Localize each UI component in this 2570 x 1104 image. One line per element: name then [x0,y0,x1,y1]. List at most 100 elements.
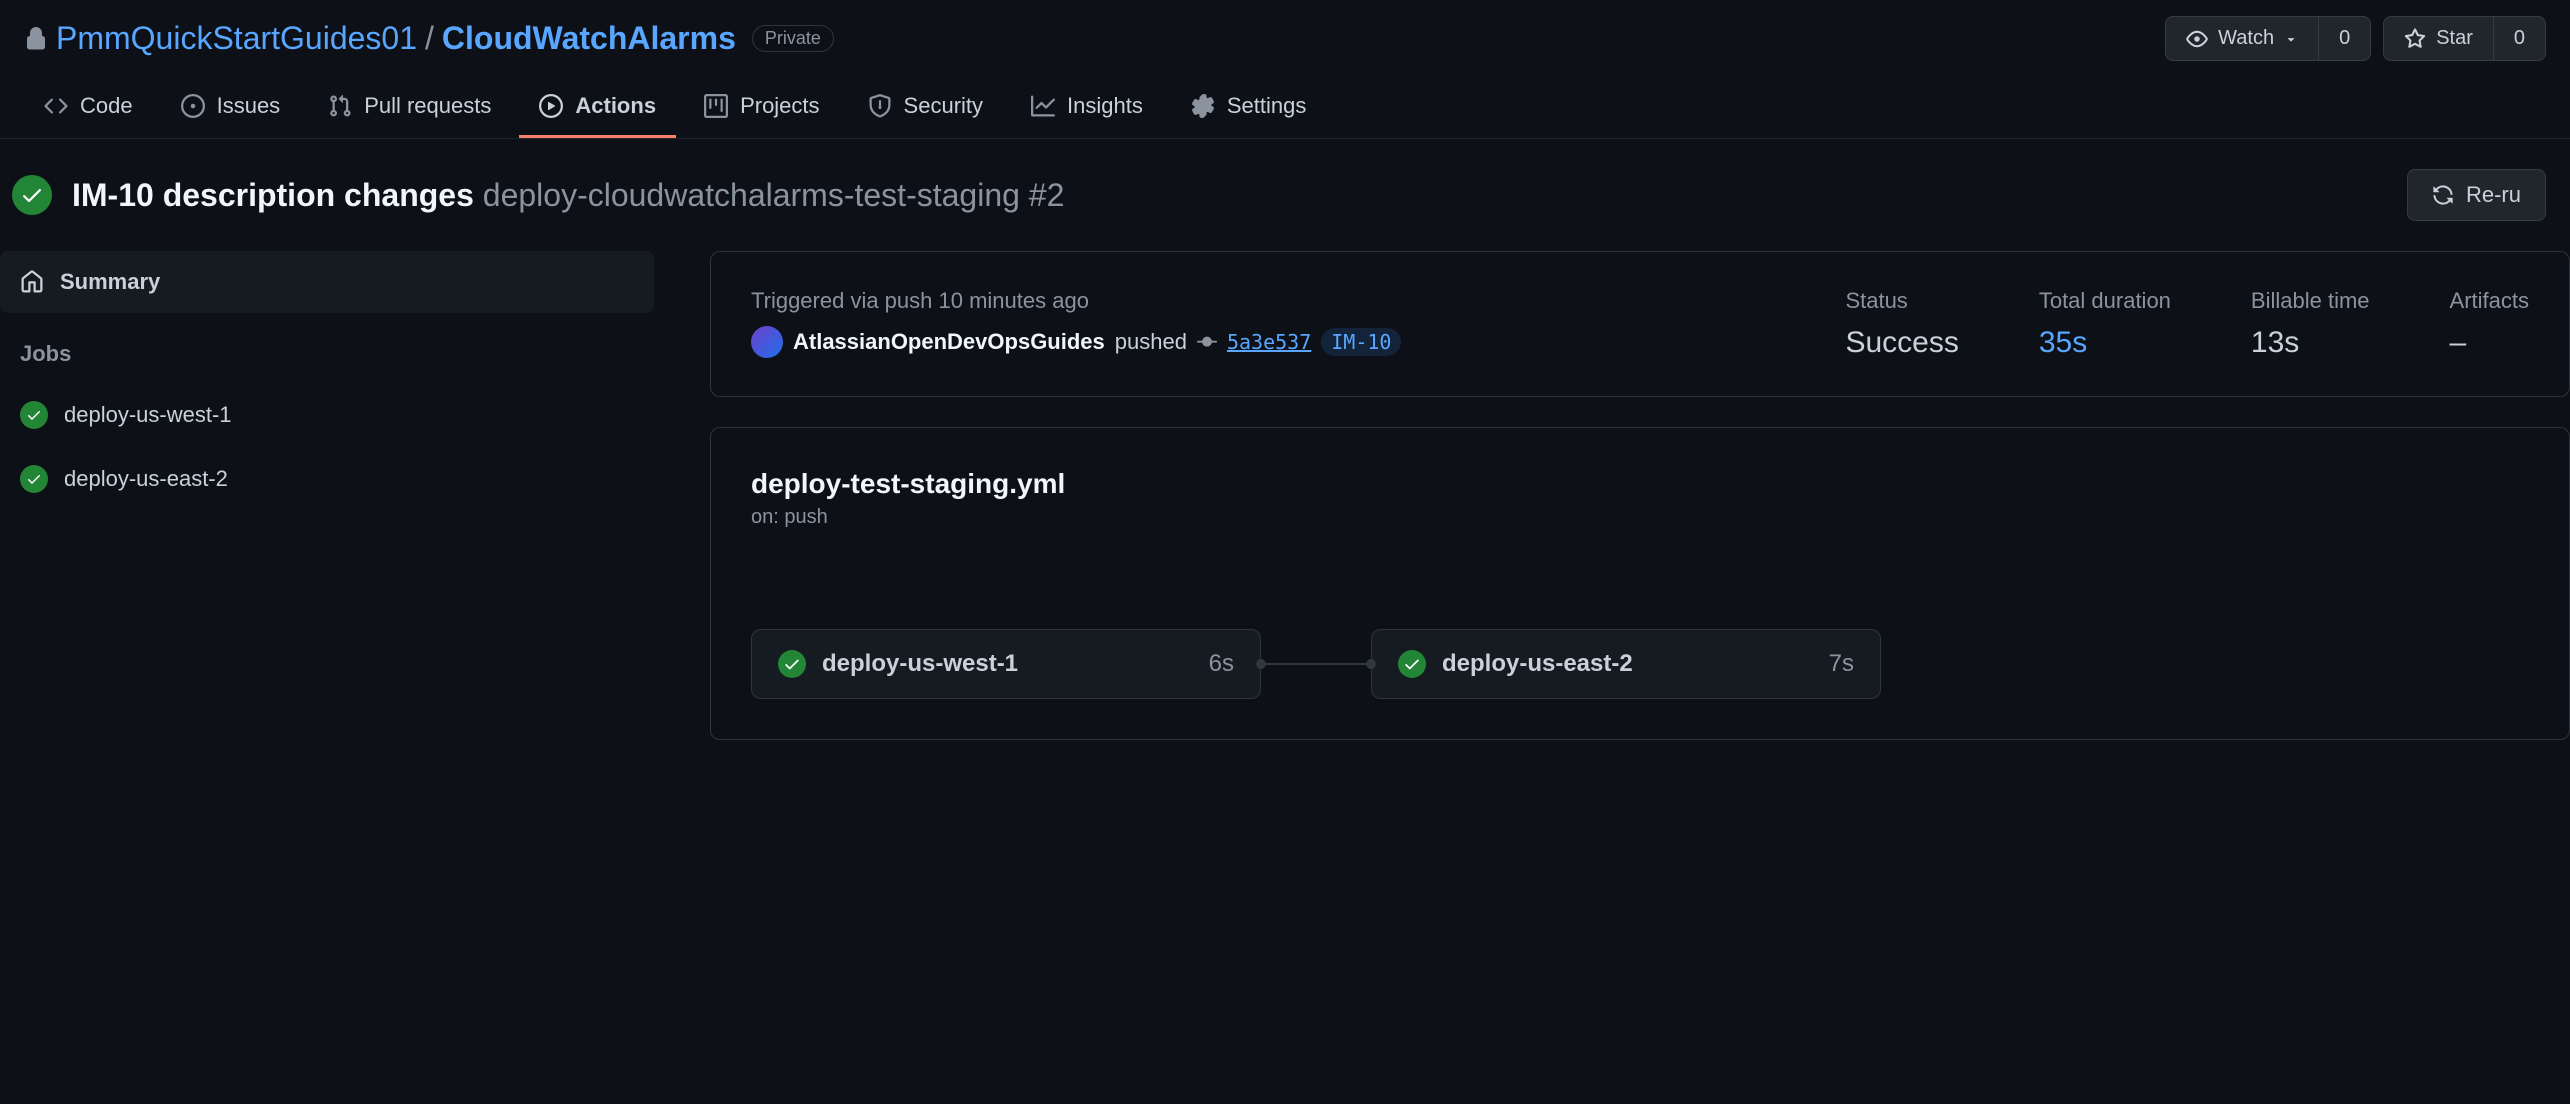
success-check-icon [1398,650,1426,678]
project-icon [704,94,728,118]
gear-icon [1191,94,1215,118]
pull-request-icon [328,94,352,118]
stat-billable: Billable time 13s [2251,288,2370,360]
main-content: Summary Jobs deploy-us-west-1 deploy-us-… [0,251,2570,740]
owner-link[interactable]: PmmQuickStartGuides01 [56,20,417,57]
star-count[interactable]: 0 [2494,16,2546,61]
job-graph: deploy-us-west-1 6s deploy-us-east-2 7s [751,629,2529,699]
billable-label: Billable time [2251,288,2370,314]
sidebar-job-label: deploy-us-east-2 [64,466,228,492]
header-actions: Watch 0 Star 0 [2165,16,2546,61]
tab-projects-label: Projects [740,93,819,119]
trigger-text: Triggered via push 10 minutes ago [751,288,1845,314]
avatar[interactable] [751,326,783,358]
issue-icon [181,94,205,118]
workflow-file-name[interactable]: deploy-test-staging.yml [751,468,2529,500]
artifacts-value: – [2450,326,2529,360]
star-group: Star 0 [2383,16,2546,61]
visibility-badge: Private [752,25,834,52]
watch-label: Watch [2218,27,2274,50]
repo-link[interactable]: CloudWatchAlarms [442,20,736,57]
job-time: 7s [1829,650,1854,678]
commit-link[interactable]: 5a3e537 [1227,330,1311,354]
content-area: Triggered via push 10 minutes ago Atlass… [670,251,2570,740]
workflow-title: IM-10 description changes deploy-cloudwa… [12,175,1064,215]
job-card-west[interactable]: deploy-us-west-1 6s [751,629,1261,699]
action-text: pushed [1115,329,1187,355]
stat-duration: Total duration 35s [2039,288,2171,360]
tab-issues-label: Issues [217,93,281,119]
sync-icon [2432,184,2454,206]
star-icon [2404,28,2426,50]
duration-value[interactable]: 35s [2039,326,2171,360]
status-value: Success [1845,326,1958,360]
tab-actions[interactable]: Actions [519,77,676,138]
tab-settings-label: Settings [1227,93,1307,119]
watch-button[interactable]: Watch [2165,16,2319,61]
dropdown-caret-icon [2284,32,2298,46]
tab-security[interactable]: Security [848,77,1003,138]
code-icon [44,94,68,118]
stat-status: Status Success [1845,288,1958,360]
workflow-graph-card: deploy-test-staging.yml on: push deploy-… [710,427,2570,740]
stat-artifacts: Artifacts – [2450,288,2529,360]
tab-pulls-label: Pull requests [364,93,491,119]
tab-pulls[interactable]: Pull requests [308,77,511,138]
star-button[interactable]: Star [2383,16,2494,61]
tab-insights[interactable]: Insights [1011,77,1163,138]
watch-group: Watch 0 [2165,16,2371,61]
tab-settings[interactable]: Settings [1171,77,1327,138]
workflow-trigger: on: push [751,506,2529,529]
breadcrumb: PmmQuickStartGuides01 / CloudWatchAlarms… [24,20,834,57]
eye-icon [2186,28,2208,50]
graph-icon [1031,94,1055,118]
sidebar-jobs-header: Jobs [0,313,654,383]
tab-issues[interactable]: Issues [161,77,301,138]
trigger-info: Triggered via push 10 minutes ago Atlass… [751,288,1845,360]
tab-projects[interactable]: Projects [684,77,839,138]
sidebar-job-west[interactable]: deploy-us-west-1 [0,383,654,447]
rerun-label: Re-ru [2466,182,2521,208]
commit-title: IM-10 description changes [72,177,474,213]
rerun-button[interactable]: Re-ru [2407,169,2546,221]
tab-actions-label: Actions [575,93,656,119]
run-title: deploy-cloudwatchalarms-test-staging #2 [483,177,1065,213]
tab-code[interactable]: Code [24,77,153,138]
graph-connector [1261,663,1371,665]
sidebar-summary[interactable]: Summary [0,251,654,313]
success-check-icon [778,650,806,678]
actor-link[interactable]: AtlassianOpenDevOpsGuides [793,329,1105,355]
home-icon [20,270,44,294]
success-check-icon [20,401,48,429]
watch-count[interactable]: 0 [2319,16,2371,61]
billable-value: 13s [2251,326,2370,360]
workflow-header: IM-10 description changes deploy-cloudwa… [0,139,2570,251]
sidebar-job-east[interactable]: deploy-us-east-2 [0,447,654,511]
success-check-icon [12,175,52,215]
repo-tabs: Code Issues Pull requests Actions Projec… [0,77,2570,139]
lock-icon [24,27,48,51]
job-time: 6s [1209,650,1234,678]
stats: Status Success Total duration 35s Billab… [1845,288,2529,360]
job-name: deploy-us-east-2 [1442,650,1813,678]
tab-security-label: Security [904,93,983,119]
tab-code-label: Code [80,93,133,119]
job-card-east[interactable]: deploy-us-east-2 7s [1371,629,1881,699]
summary-card: Triggered via push 10 minutes ago Atlass… [710,251,2570,397]
commit-icon [1197,332,1217,352]
sidebar: Summary Jobs deploy-us-west-1 deploy-us-… [0,251,670,740]
sidebar-summary-label: Summary [60,269,160,295]
success-check-icon [20,465,48,493]
tab-insights-label: Insights [1067,93,1143,119]
breadcrumb-separator: / [425,20,434,57]
issue-badge[interactable]: IM-10 [1321,328,1401,356]
job-name: deploy-us-west-1 [822,650,1193,678]
duration-label: Total duration [2039,288,2171,314]
status-label: Status [1845,288,1958,314]
star-label: Star [2436,27,2473,50]
play-circle-icon [539,94,563,118]
shield-icon [868,94,892,118]
sidebar-job-label: deploy-us-west-1 [64,402,232,428]
repo-header: PmmQuickStartGuides01 / CloudWatchAlarms… [0,0,2570,77]
artifacts-label: Artifacts [2450,288,2529,314]
